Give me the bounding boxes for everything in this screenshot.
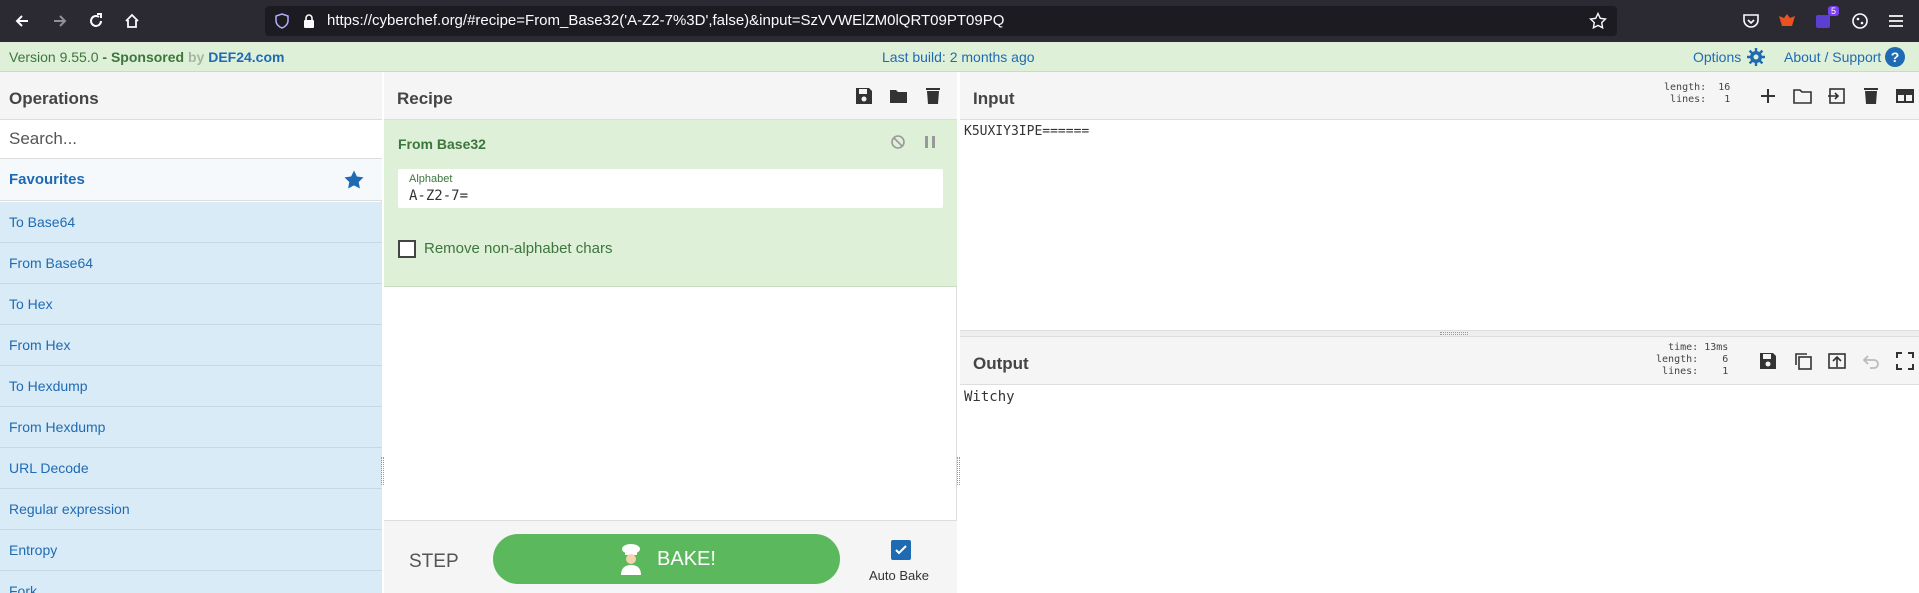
- options-link[interactable]: Options: [1693, 49, 1741, 65]
- io-resize-handle[interactable]: [960, 330, 1919, 337]
- operation-item[interactable]: URL Decode: [0, 448, 382, 489]
- undo-icon[interactable]: [1861, 351, 1881, 371]
- operations-search-input[interactable]: [0, 120, 382, 159]
- input-lines-value: 1: [1724, 94, 1731, 105]
- io-panel: Input length: 16 lines: 1 K5UXIY3IPE====…: [960, 72, 1919, 593]
- back-icon[interactable]: [8, 8, 36, 34]
- output-textarea[interactable]: Witchy: [964, 389, 1015, 405]
- output-length-value: 6: [1722, 354, 1729, 365]
- operations-panel: Operations Favourites To Base64 From Bas…: [0, 72, 382, 593]
- sponsored-by-text: by: [184, 49, 209, 65]
- replace-input-icon[interactable]: [1827, 351, 1847, 371]
- extension-badge: 5: [1828, 6, 1840, 16]
- lock-icon[interactable]: [301, 13, 317, 29]
- tracking-shield-icon[interactable]: [274, 13, 290, 29]
- url-text[interactable]: https://cyberchef.org/#recipe=From_Base3…: [327, 12, 1004, 29]
- favourite-star-icon[interactable]: [343, 169, 365, 191]
- auto-bake-label: Auto Bake: [869, 568, 929, 583]
- add-tab-icon[interactable]: [1758, 86, 1778, 106]
- save-icon[interactable]: [854, 86, 874, 106]
- about-support-link[interactable]: About / Support: [1784, 49, 1881, 65]
- clear-input-trash-icon[interactable]: [1861, 86, 1881, 106]
- operation-item[interactable]: From Hex: [0, 325, 382, 366]
- alphabet-field[interactable]: Alphabet A-Z2-7=: [398, 169, 943, 208]
- operation-item[interactable]: Fork: [0, 571, 382, 593]
- recipe-operation-from-base32: From Base32 Alphabet A-Z2-7= Remove non-…: [384, 120, 957, 287]
- operation-item[interactable]: From Base64: [0, 243, 382, 284]
- output-stats: time: 13ms length: 6 lines: 1: [1650, 342, 1728, 378]
- output-header: Output time: 13ms length: 6 lines: 1: [960, 337, 1919, 385]
- cyberchef-banner: Version 9.55.0 - Sponsored by DEF24.com …: [0, 42, 1919, 72]
- input-title: Input: [973, 89, 1015, 108]
- input-stats: length: 16 lines: 1: [1658, 82, 1730, 106]
- open-file-icon[interactable]: [1827, 86, 1847, 106]
- address-bar[interactable]: https://cyberchef.org/#recipe=From_Base3…: [265, 6, 1617, 36]
- folder-open-icon[interactable]: [889, 86, 909, 106]
- recipe-op-name: From Base32: [398, 136, 486, 152]
- operations-list: To Base64 From Base64 To Hex From Hex To…: [0, 202, 382, 593]
- browser-toolbar: https://cyberchef.org/#recipe=From_Base3…: [0, 0, 1919, 42]
- version-info: Version 9.55.0 - Sponsored by DEF24.com: [9, 49, 284, 65]
- cookie-icon[interactable]: [1850, 11, 1870, 31]
- output-lines-label: lines:: [1662, 366, 1699, 377]
- bake-controls: STEP BAKE! Auto Bake: [384, 520, 957, 593]
- operations-header: Operations: [0, 72, 382, 120]
- recipe-header: Recipe: [384, 72, 957, 120]
- operation-item[interactable]: To Base64: [0, 202, 382, 243]
- disable-op-icon[interactable]: [890, 134, 906, 150]
- home-icon[interactable]: [118, 8, 146, 34]
- reload-icon[interactable]: [82, 8, 110, 34]
- forward-icon[interactable]: [46, 8, 74, 34]
- open-folder-icon[interactable]: [1793, 86, 1813, 106]
- operation-item[interactable]: Entropy: [0, 530, 382, 571]
- chef-icon: [621, 544, 642, 575]
- recipe-title: Recipe: [397, 89, 453, 108]
- breakpoint-icon[interactable]: [923, 135, 937, 149]
- alphabet-value[interactable]: A-Z2-7=: [409, 188, 468, 204]
- sponsor-link[interactable]: DEF24.com: [208, 49, 284, 65]
- sponsored-text: - Sponsored: [98, 49, 185, 65]
- operation-item[interactable]: From Hexdump: [0, 407, 382, 448]
- operation-item[interactable]: Regular expression: [0, 489, 382, 530]
- remove-non-alphabet-label[interactable]: Remove non-alphabet chars: [424, 240, 612, 257]
- io-resize-grip[interactable]: [1440, 332, 1468, 335]
- remove-non-alphabet-checkbox[interactable]: [398, 240, 416, 258]
- checkmark-icon: [895, 545, 907, 555]
- input-length-label: length:: [1664, 82, 1707, 93]
- operation-item[interactable]: To Hexdump: [0, 366, 382, 407]
- input-textarea[interactable]: K5UXIY3IPE======: [964, 124, 1089, 139]
- bake-button[interactable]: BAKE!: [493, 534, 840, 584]
- maximize-output-icon[interactable]: [1895, 351, 1915, 371]
- step-button[interactable]: STEP: [409, 551, 459, 573]
- bookmark-star-icon[interactable]: [1589, 12, 1607, 30]
- pocket-icon[interactable]: [1741, 11, 1761, 31]
- favourites-category[interactable]: Favourites: [0, 159, 382, 201]
- foxyproxy-icon[interactable]: [1777, 11, 1797, 31]
- output-title: Output: [973, 354, 1029, 373]
- input-header: Input length: 16 lines: 1: [960, 72, 1919, 120]
- help-icon[interactable]: ?: [1885, 47, 1905, 67]
- input-length-value: 16: [1718, 82, 1731, 93]
- operations-title: Operations: [9, 89, 99, 108]
- reset-layout-icon[interactable]: [1895, 86, 1915, 106]
- input-lines-label: lines:: [1670, 94, 1707, 105]
- favourites-label: Favourites: [9, 171, 85, 188]
- recipe-panel: Recipe From Base32 Alphabet A-Z2-7= Remo…: [384, 72, 957, 593]
- save-output-icon[interactable]: [1758, 351, 1778, 371]
- last-build: Last build: 2 months ago: [882, 49, 1035, 65]
- operation-item[interactable]: To Hex: [0, 284, 382, 325]
- gear-icon[interactable]: [1746, 47, 1766, 67]
- bake-label: BAKE!: [657, 547, 716, 570]
- version-text: Version 9.55.0: [9, 49, 99, 65]
- auto-bake-checkbox[interactable]: [891, 540, 911, 560]
- alphabet-label: Alphabet: [409, 173, 453, 185]
- output-time-value: 13ms: [1704, 342, 1729, 353]
- copy-output-icon[interactable]: [1793, 351, 1813, 371]
- output-time-label: time:: [1668, 342, 1699, 353]
- menu-icon[interactable]: [1886, 11, 1906, 31]
- output-length-label: length:: [1656, 354, 1699, 365]
- output-lines-value: 1: [1722, 366, 1729, 377]
- trash-icon[interactable]: [923, 86, 943, 106]
